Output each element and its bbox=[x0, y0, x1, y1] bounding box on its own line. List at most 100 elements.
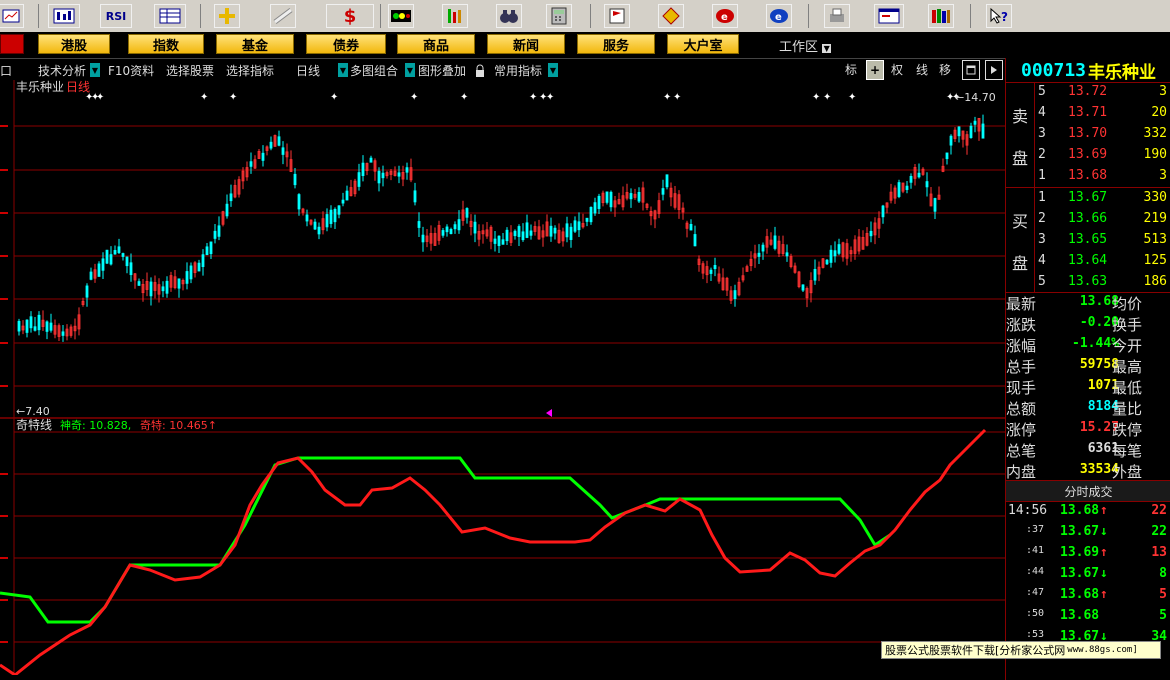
buy-row[interactable]: 5 13.63 186 bbox=[1006, 272, 1170, 293]
rsi-button[interactable]: RSI bbox=[100, 4, 132, 28]
candle-body bbox=[421, 234, 425, 243]
tick-volume: 5 bbox=[1159, 608, 1167, 623]
candle-body bbox=[33, 326, 37, 331]
sell-row[interactable]: 1 13.68 3 bbox=[1006, 166, 1170, 187]
buy-row[interactable]: 1 13.67 330 bbox=[1006, 188, 1170, 209]
candle-body bbox=[381, 172, 385, 179]
menu-vip-room[interactable]: 大户室 bbox=[667, 34, 739, 54]
subbar-item-box[interactable]: 口 bbox=[0, 62, 12, 79]
calculator-icon[interactable] bbox=[546, 4, 572, 28]
dropdown-arrow-icon[interactable]: ▼ bbox=[548, 63, 558, 77]
buy-row[interactable]: 4 13.64 125 bbox=[1006, 251, 1170, 272]
chart-icon[interactable] bbox=[0, 4, 24, 28]
subbar-multi-chart[interactable]: 多图组合 bbox=[350, 62, 398, 79]
binoculars-icon[interactable] bbox=[496, 4, 522, 28]
candle-body bbox=[17, 320, 21, 332]
signal-marker-icon: ✦ bbox=[96, 92, 104, 103]
tick-row: :41 13.69 ↑ 13 bbox=[1006, 543, 1170, 564]
signal-marker-icon: ✦ bbox=[823, 92, 831, 103]
subbar-daily[interactable]: 日线 bbox=[296, 62, 320, 79]
candle-body bbox=[525, 222, 529, 238]
buy-level: 2 bbox=[1038, 211, 1046, 226]
subbar-overlay[interactable]: 图形叠加 bbox=[418, 62, 466, 79]
candle-body bbox=[573, 220, 577, 232]
window-icon[interactable] bbox=[874, 4, 904, 28]
mark-button[interactable]: 标 bbox=[842, 60, 860, 78]
dollar-button[interactable]: $ bbox=[326, 4, 374, 28]
window-toggle-icon[interactable] bbox=[962, 60, 980, 80]
tick-row: :47 13.68 ↑ 5 bbox=[1006, 585, 1170, 606]
move-button[interactable]: 移 bbox=[936, 60, 954, 78]
diamond-icon[interactable] bbox=[658, 4, 684, 28]
tick-volume: 5 bbox=[1159, 587, 1167, 602]
subbar-common-indicators[interactable]: 常用指标 bbox=[494, 62, 542, 79]
menu-news[interactable]: 新闻 bbox=[487, 34, 565, 54]
buy-row[interactable]: 2 13.66 219 bbox=[1006, 209, 1170, 230]
candle-body bbox=[293, 173, 297, 186]
subbar-select-stock[interactable]: 选择股票 bbox=[166, 62, 214, 79]
alert-flag-icon[interactable] bbox=[604, 4, 630, 28]
candle-body bbox=[529, 230, 533, 236]
sell-row[interactable]: 5 13.72 3 bbox=[1006, 82, 1170, 103]
rights-button[interactable]: 权 bbox=[888, 60, 906, 78]
candle-body bbox=[209, 241, 213, 255]
play-icon[interactable] bbox=[985, 60, 1003, 80]
menu-bond[interactable]: 债券 bbox=[306, 34, 386, 54]
candle-body bbox=[185, 271, 189, 284]
ruler-icon[interactable] bbox=[270, 4, 296, 28]
sell-row[interactable]: 2 13.69 190 bbox=[1006, 145, 1170, 166]
candle-body bbox=[709, 269, 713, 274]
traffic-light-icon[interactable] bbox=[388, 4, 414, 28]
stat-row: 最新 13.68 均价 bbox=[1006, 292, 1170, 313]
stat-row: 涨跌 -0.20 换手 bbox=[1006, 313, 1170, 334]
subbar-f10[interactable]: F10资料 bbox=[108, 62, 154, 79]
candle-body bbox=[225, 203, 229, 217]
dropdown-arrow-icon[interactable]: ▼ bbox=[90, 63, 100, 77]
lock-icon[interactable] bbox=[475, 63, 485, 77]
buy-row[interactable]: 3 13.65 513 bbox=[1006, 230, 1170, 251]
chart-canvas[interactable]: ✦✦✦ ✦ ✦ ✦ ✦ ✦ ✦ ✦✦ ✦ ✦ ✦ ✦ ✦ ✦✦ 丰乐种业 日线 ←7.40 ←14.70 … bbox=[0, 80, 1005, 675]
stat-label-secondary: 均价 bbox=[1112, 295, 1143, 313]
tick-row: 14:56 13.68 ↑ 22 bbox=[1006, 501, 1170, 522]
sell-volume: 3 bbox=[1159, 168, 1167, 183]
candle-body bbox=[277, 136, 281, 146]
candle-body bbox=[949, 135, 953, 146]
signal-marker-icon: ✦ bbox=[229, 92, 237, 103]
stat-label-secondary: 每笔 bbox=[1112, 442, 1143, 460]
crosshair-icon[interactable] bbox=[214, 4, 240, 28]
candle-body bbox=[197, 262, 201, 272]
help-cursor-icon[interactable]: ? bbox=[986, 4, 1012, 28]
dropdown-arrow-icon[interactable]: ▼ bbox=[405, 63, 415, 77]
menu-index[interactable]: 指数 bbox=[128, 34, 204, 54]
kline-chart-icon[interactable] bbox=[48, 4, 80, 28]
subbar-technical-analysis[interactable]: 技术分析 bbox=[38, 62, 86, 79]
sell-row[interactable]: 4 13.71 20 bbox=[1006, 103, 1170, 124]
candle-body bbox=[413, 190, 417, 203]
menu-hk-stocks[interactable]: 港股 bbox=[38, 34, 110, 54]
books-icon[interactable] bbox=[928, 4, 954, 28]
menu-fund[interactable]: 基金 bbox=[216, 34, 294, 54]
sell-row[interactable]: 3 13.70 332 bbox=[1006, 124, 1170, 145]
line-button[interactable]: 线 bbox=[913, 60, 931, 78]
dropdown-arrow-icon[interactable]: ▼ bbox=[338, 63, 348, 77]
printer-icon[interactable] bbox=[824, 4, 850, 28]
candle-body bbox=[565, 223, 569, 238]
bars-icon[interactable] bbox=[442, 4, 468, 28]
candle-body bbox=[129, 262, 133, 276]
candle-body bbox=[597, 195, 601, 209]
table-icon[interactable] bbox=[154, 4, 186, 28]
stock-code: 000713 bbox=[1020, 59, 1087, 81]
blue-logo-icon[interactable]: e bbox=[766, 4, 792, 28]
analysis-toolbar: 口 技术分析 ▼ F10资料 选择股票 选择指标 日线 ▼ 多图组合 ▼ 图形叠… bbox=[0, 58, 1005, 82]
subbar-select-indicator[interactable]: 选择指标 bbox=[226, 62, 274, 79]
candle-body bbox=[217, 225, 221, 237]
workarea-dropdown[interactable]: 工作区 ▼ bbox=[779, 36, 832, 55]
menu-service[interactable]: 服务 bbox=[577, 34, 655, 54]
menu-commodity[interactable]: 商品 bbox=[397, 34, 475, 54]
red-menu-button[interactable] bbox=[0, 34, 24, 54]
candle-body bbox=[109, 254, 113, 265]
plus-icon[interactable]: + bbox=[866, 60, 884, 80]
candle-body bbox=[761, 244, 765, 252]
red-logo-icon[interactable]: e bbox=[712, 4, 738, 28]
candle-body bbox=[925, 181, 929, 188]
